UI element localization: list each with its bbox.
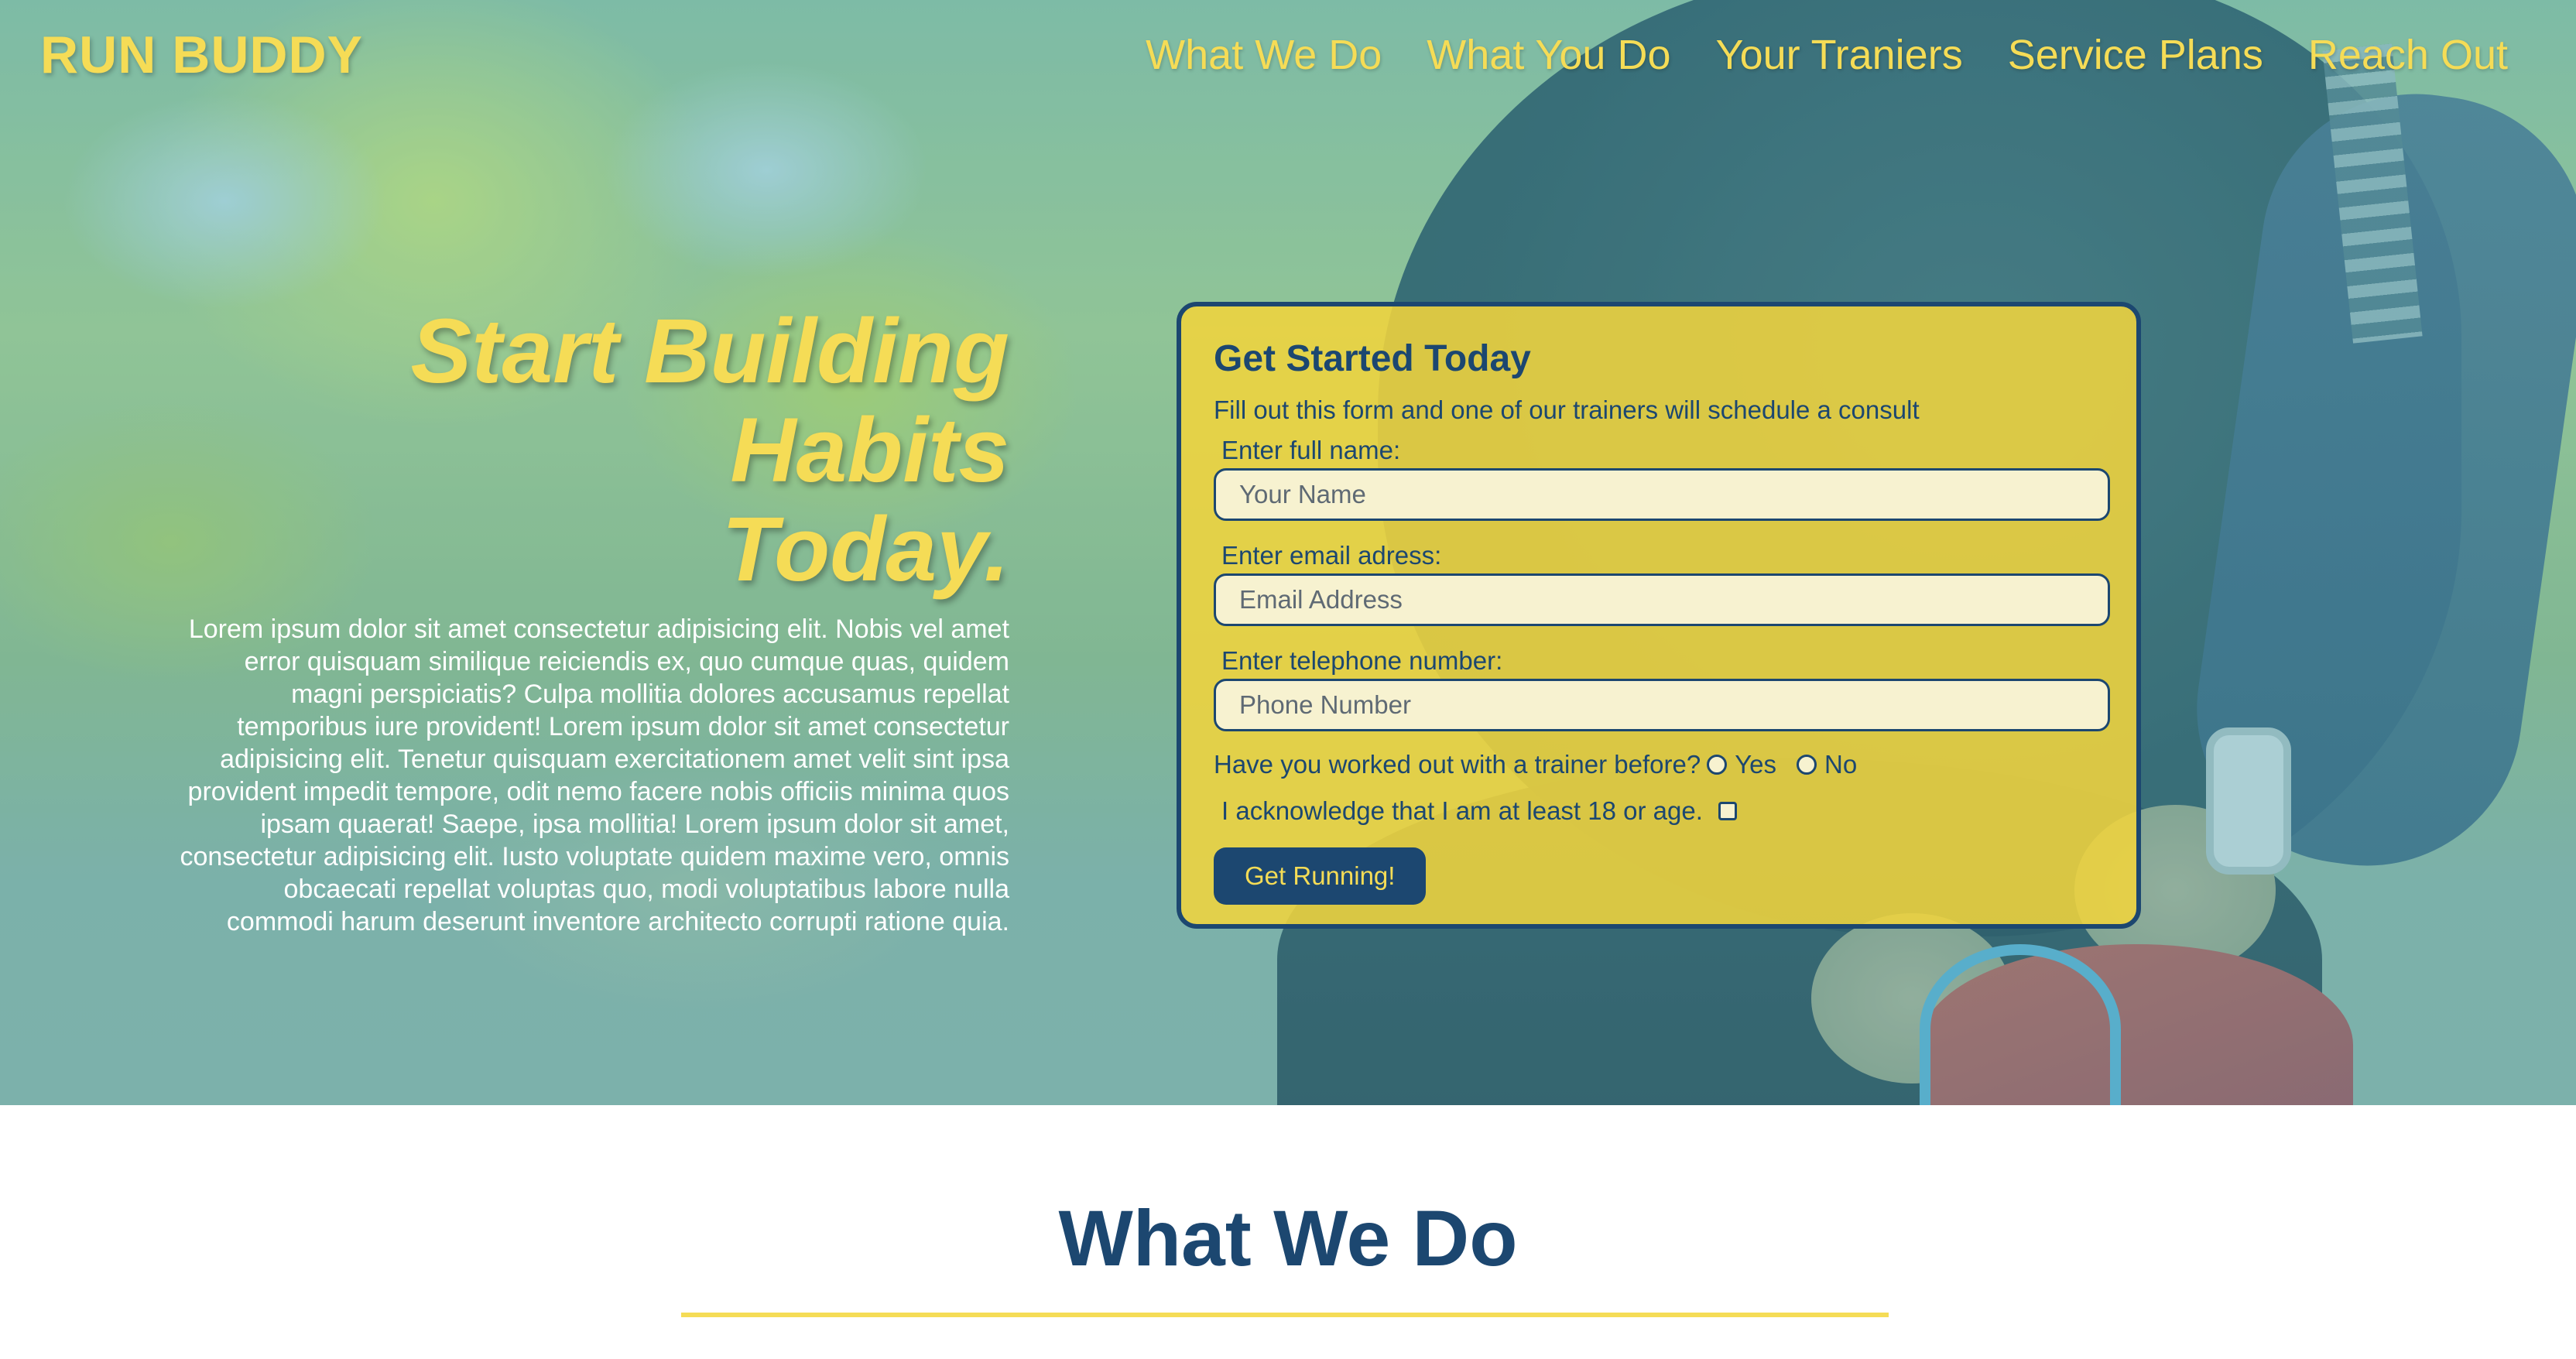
trainer-question-row: Have you worked out with a trainer befor… [1214, 750, 2104, 779]
trainer-no-radio[interactable] [1797, 755, 1817, 775]
running-shoe-image [1920, 944, 2353, 1105]
trainer-yes-label: Yes [1735, 750, 1777, 779]
age-ack-checkbox[interactable] [1718, 802, 1737, 820]
background-sky [62, 93, 387, 310]
phone-label: Enter telephone number: [1221, 646, 1503, 675]
trainer-yes-radio[interactable] [1707, 755, 1728, 775]
nav-what-we-do[interactable]: What We Do [1146, 31, 1382, 79]
form-title: Get Started Today [1214, 338, 1531, 379]
age-ack-row: I acknowledge that I am at least 18 or a… [1221, 796, 2104, 826]
nav-reach-out[interactable]: Reach Out [2308, 31, 2508, 79]
hero-heading-line2: Today. [721, 498, 1009, 601]
nav-what-you-do[interactable]: What You Do [1427, 31, 1670, 79]
hero-heading: Start Building Habits Today. [155, 302, 1009, 599]
brand-logo[interactable]: RUN BUDDY [40, 25, 363, 85]
name-input[interactable] [1214, 468, 2110, 521]
age-ack-label: I acknowledge that I am at least 18 or a… [1221, 796, 1703, 825]
shoe-lace-image [1920, 944, 2121, 1105]
hero-copy: Start Building Habits Today. Lorem ipsum… [155, 302, 1009, 938]
nav-service-plans[interactable]: Service Plans [2008, 31, 2263, 79]
hero-heading-line1: Start Building Habits [410, 300, 1009, 501]
trainer-no-label: No [1824, 750, 1858, 779]
get-running-button[interactable]: Get Running! [1214, 847, 1427, 905]
trainer-question-label: Have you worked out with a trainer befor… [1214, 750, 1701, 779]
email-label: Enter email adress: [1221, 541, 1442, 570]
nav-your-trainers[interactable]: Your Traniers [1716, 31, 1963, 79]
phone-input[interactable] [1214, 679, 2110, 731]
email-input[interactable] [1214, 573, 2110, 626]
form-subtitle: Fill out this form and one of our traine… [1214, 395, 1920, 424]
sleeve-stripes-image [2322, 43, 2423, 344]
what-we-do-heading: What We Do [1058, 1194, 1518, 1282]
background-sky [604, 62, 929, 279]
section-divider [681, 1313, 1889, 1317]
name-label: Enter full name: [1221, 436, 1401, 464]
hero-paragraph: Lorem ipsum dolor sit amet consectetur a… [180, 614, 1009, 936]
signup-form: Get Started Today Fill out this form and… [1177, 302, 2141, 929]
watch-image [2206, 727, 2291, 875]
hand-image [1811, 913, 2012, 1083]
runner-arm-image [2177, 74, 2576, 886]
main-nav: What We Do What You Do Your Traniers Ser… [1146, 31, 2508, 79]
